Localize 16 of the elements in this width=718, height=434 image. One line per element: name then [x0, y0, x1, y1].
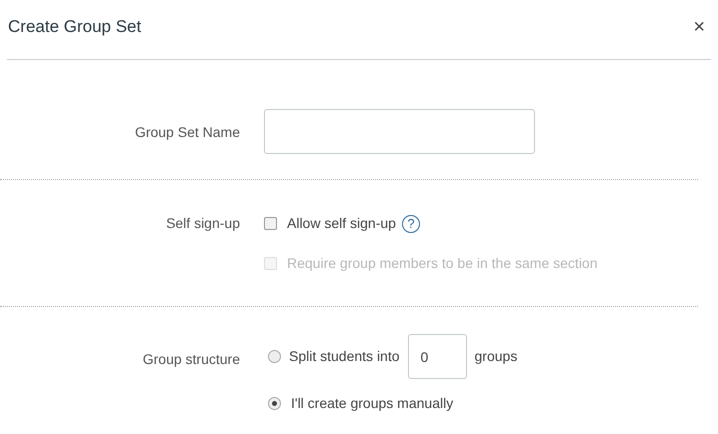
checkbox[interactable] — [264, 217, 277, 230]
field-label: Self sign-up — [165, 214, 240, 233]
radio-button[interactable] — [268, 397, 281, 410]
close-button[interactable]: × — [693, 16, 705, 36]
radio-button[interactable] — [268, 350, 281, 363]
field-label: Group Set Name — [134, 123, 240, 142]
help-icon[interactable]: ? — [402, 214, 420, 232]
group-count-field[interactable]: 0 — [408, 334, 467, 379]
checkbox-label: Require group members to be in the same section — [287, 254, 598, 273]
radio-label: I'll create groups manually — [291, 394, 454, 413]
radio-label: Split students into — [289, 347, 400, 366]
checkbox-label: Allow self sign-up — [287, 214, 396, 233]
field-label: Group structure — [142, 350, 240, 369]
dialog-title: Create Group Set — [8, 16, 142, 38]
unit-label: groups — [474, 347, 518, 366]
group-set-name-field[interactable] — [264, 109, 535, 154]
